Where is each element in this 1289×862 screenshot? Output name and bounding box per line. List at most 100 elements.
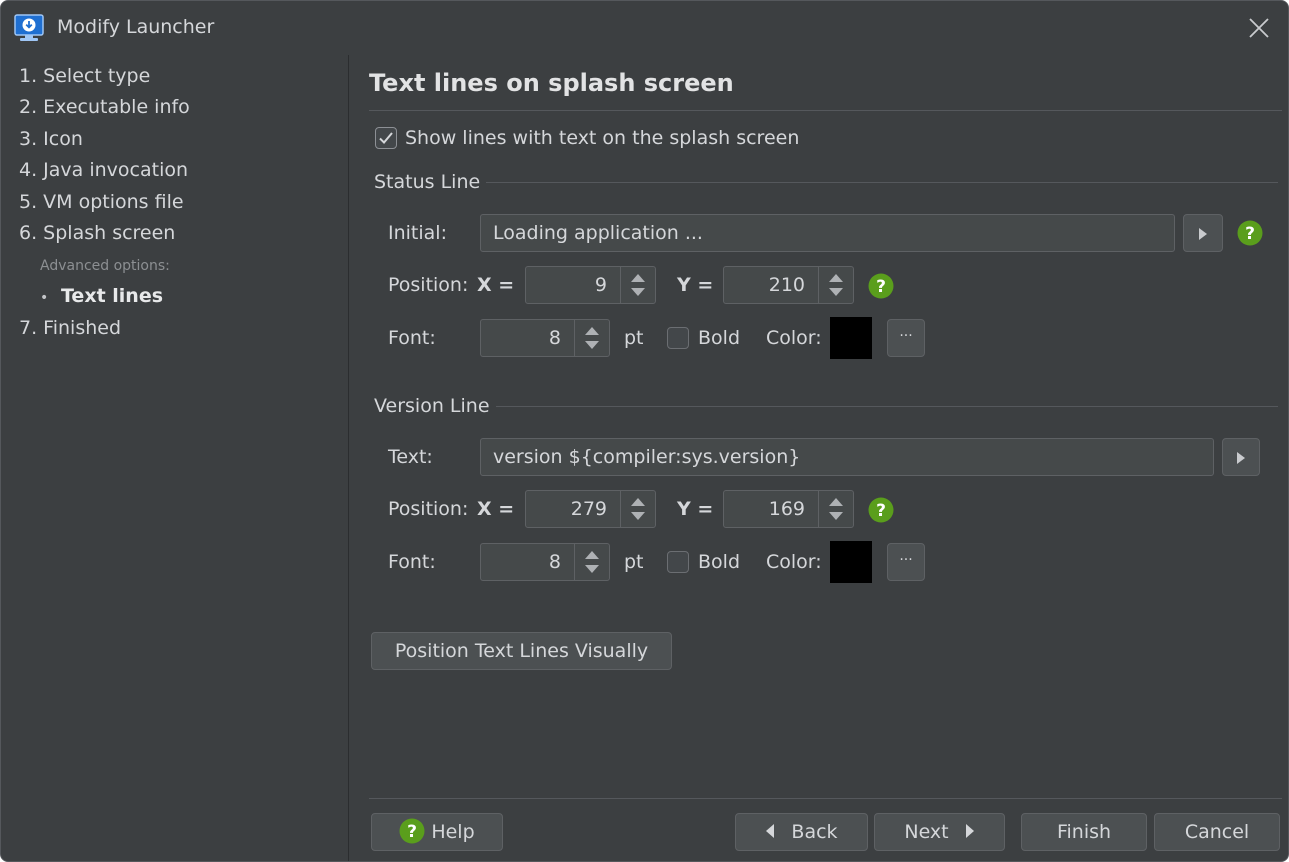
spinner-up-icon	[631, 274, 645, 282]
text-label: Text:	[388, 446, 433, 468]
advanced-options-label: Advanced options:	[40, 258, 170, 274]
triangle-left-icon	[766, 824, 775, 838]
wizard-steps-sidebar: 1. Select type 2. Executable info 3. Ico…	[1, 55, 349, 861]
version-color-chooser-button[interactable]: ···	[887, 543, 925, 581]
status-y-value: 210	[768, 274, 805, 296]
step-finished[interactable]: 7. Finished	[19, 317, 121, 339]
spinner-arrows[interactable]	[818, 267, 853, 303]
page-title: Text lines on splash screen	[369, 69, 734, 97]
version-bold-label[interactable]: Bold	[698, 551, 740, 573]
spinner-down-icon	[585, 565, 599, 573]
spinner-arrows[interactable]	[574, 320, 609, 356]
status-y-spinner[interactable]: 210	[723, 266, 854, 304]
step-java-invocation[interactable]: 4. Java invocation	[19, 159, 188, 181]
monitor-download-icon	[14, 14, 44, 42]
pt-label: pt	[624, 327, 644, 349]
step-text-lines[interactable]: • Text lines	[40, 285, 163, 307]
x-label: X =	[477, 498, 515, 520]
version-x-value: 279	[570, 498, 607, 520]
svg-text:?: ?	[1245, 224, 1255, 244]
position-label: Position:	[388, 498, 469, 520]
spinner-up-icon	[829, 498, 843, 506]
version-line-divider	[496, 406, 1278, 407]
next-button-label: Next	[904, 821, 949, 843]
back-button[interactable]: Back	[735, 813, 868, 851]
triangle-right-icon	[1237, 451, 1245, 464]
spinner-down-icon	[585, 341, 599, 349]
step-executable-info[interactable]: 2. Executable info	[19, 96, 190, 118]
version-color-swatch[interactable]	[830, 541, 872, 583]
version-x-spinner[interactable]: 279	[525, 490, 656, 528]
spinner-down-icon	[631, 288, 645, 296]
spinner-down-icon	[829, 512, 843, 520]
window-title: Modify Launcher	[57, 16, 215, 38]
y-label: Y =	[677, 498, 714, 520]
help-button-label: Help	[431, 821, 475, 843]
x-label: X =	[477, 274, 515, 296]
help-icon[interactable]: ?	[868, 273, 894, 299]
help-icon: ?	[399, 818, 425, 844]
status-bold-label[interactable]: Bold	[698, 327, 740, 349]
close-button[interactable]	[1244, 13, 1274, 43]
status-font-size-spinner[interactable]: 8	[480, 319, 610, 357]
initial-label: Initial:	[388, 222, 447, 244]
status-color-chooser-button[interactable]: ···	[887, 319, 925, 357]
spinner-up-icon	[829, 274, 843, 282]
step-select-type[interactable]: 1. Select type	[19, 65, 150, 87]
step-splash-screen[interactable]: 6. Splash screen	[19, 222, 175, 244]
spinner-arrows[interactable]	[818, 491, 853, 527]
version-bold-checkbox[interactable]	[667, 551, 689, 573]
spinner-up-icon	[585, 327, 599, 335]
color-label: Color:	[766, 551, 822, 573]
show-lines-label[interactable]: Show lines with text on the splash scree…	[405, 127, 799, 149]
svg-text:?: ?	[876, 501, 886, 521]
close-icon	[1249, 18, 1269, 38]
step-icon[interactable]: 3. Icon	[19, 128, 83, 150]
version-insert-variable-button[interactable]	[1222, 438, 1260, 476]
font-label: Font:	[388, 327, 436, 349]
status-line-divider	[486, 182, 1278, 183]
svg-text:?: ?	[407, 822, 417, 842]
step-vm-options-file[interactable]: 5. VM options file	[19, 191, 184, 213]
modify-launcher-dialog: Modify Launcher 1. Select type 2. Execut…	[0, 0, 1289, 862]
version-y-value: 169	[768, 498, 805, 520]
version-font-size-spinner[interactable]: 8	[480, 543, 610, 581]
spinner-down-icon	[829, 288, 843, 296]
spinner-arrows[interactable]	[620, 491, 655, 527]
y-label: Y =	[677, 274, 714, 296]
next-button[interactable]: Next	[874, 813, 1005, 851]
triangle-right-icon	[965, 824, 974, 838]
position-text-lines-visually-button[interactable]: Position Text Lines Visually	[371, 632, 672, 670]
help-button[interactable]: ? Help	[371, 813, 503, 851]
version-text-field[interactable]: version ${compiler:sys.version}	[480, 438, 1214, 476]
status-line-section-title: Status Line	[374, 171, 481, 193]
help-icon[interactable]: ?	[868, 497, 894, 523]
status-bold-checkbox[interactable]	[667, 327, 689, 349]
status-x-value: 9	[594, 274, 607, 296]
cancel-button[interactable]: Cancel	[1154, 813, 1280, 851]
checkmark-icon	[379, 132, 393, 144]
spinner-arrows[interactable]	[574, 544, 609, 580]
initial-text-field[interactable]: Loading application ...	[480, 214, 1175, 252]
spinner-arrows[interactable]	[620, 267, 655, 303]
status-x-spinner[interactable]: 9	[525, 266, 656, 304]
triangle-right-icon	[1199, 227, 1207, 240]
version-y-spinner[interactable]: 169	[723, 490, 854, 528]
main-panel: Text lines on splash screen Show lines w…	[350, 55, 1288, 861]
status-color-swatch[interactable]	[830, 317, 872, 359]
position-label: Position:	[388, 274, 469, 296]
back-button-label: Back	[791, 821, 838, 843]
step-text-lines-label: Text lines	[61, 285, 164, 307]
spinner-up-icon	[585, 551, 599, 559]
spinner-up-icon	[631, 498, 645, 506]
show-lines-checkbox[interactable]	[375, 127, 397, 149]
footer-divider	[369, 798, 1282, 799]
version-font-size-value: 8	[548, 551, 561, 573]
help-icon[interactable]: ?	[1237, 220, 1263, 246]
finish-button[interactable]: Finish	[1021, 813, 1147, 851]
color-label: Color:	[766, 327, 822, 349]
pt-label: pt	[624, 551, 644, 573]
font-label: Font:	[388, 551, 436, 573]
initial-insert-variable-button[interactable]	[1183, 214, 1223, 252]
svg-text:?: ?	[876, 277, 886, 297]
